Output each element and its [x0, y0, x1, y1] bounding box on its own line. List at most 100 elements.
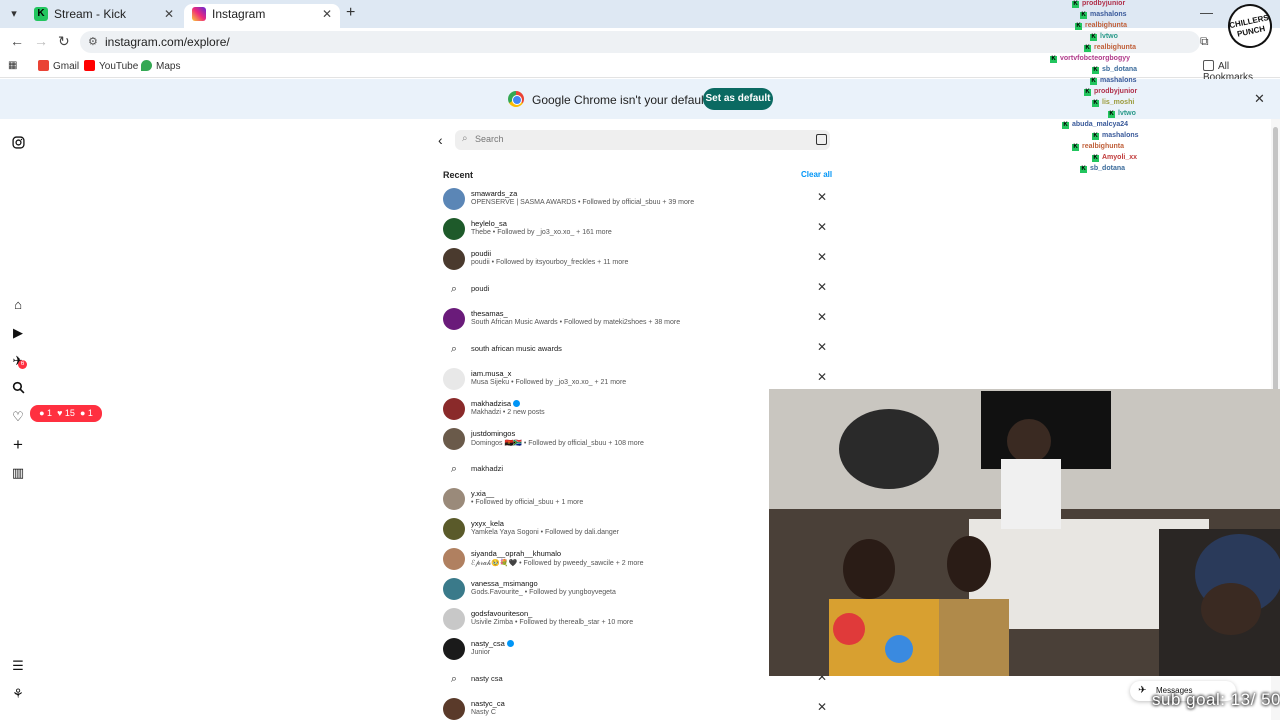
username-text: siyanda__oprah__khumalo — [471, 549, 562, 558]
kick-badge-icon: K — [1072, 1, 1079, 8]
chat-username: prodbyjunior — [1082, 0, 1126, 7]
username: vanessa_msimango — [471, 579, 538, 588]
notifications-heart-icon[interactable]: ♡ — [10, 409, 26, 425]
bookmark-label: Gmail — [53, 61, 80, 72]
bookmark-gmail[interactable]: Gmail — [38, 60, 79, 72]
recent-account-item[interactable]: nastyc_ca Nasty C ✕ — [443, 698, 833, 720]
account-subtitle: Gods.Favourite_ • Followed by yungboyveg… — [471, 589, 616, 596]
avatar — [443, 248, 465, 270]
reels-icon[interactable]: ▶ — [10, 325, 26, 341]
verified-badge-icon — [506, 640, 514, 647]
back-icon[interactable]: ← — [10, 33, 24, 49]
sub-goal-overlay: sub goal: 13/ 50 — [1152, 690, 1280, 709]
tab-instagram[interactable]: Instagram ✕ — [184, 4, 340, 28]
new-tab-button[interactable]: + — [346, 4, 355, 22]
remove-recent-icon[interactable]: ✕ — [817, 700, 827, 714]
query-text: nasty csa — [471, 674, 503, 683]
reload-icon[interactable]: ↻ — [58, 33, 70, 50]
more-menu-icon[interactable]: ☰ — [10, 658, 26, 674]
kick-badge-icon: K — [1090, 34, 1097, 41]
chat-username: mashalons — [1100, 77, 1137, 84]
chat-message: Klis_moshi — [1092, 99, 1134, 107]
set-as-default-button[interactable]: Set as default — [703, 88, 773, 110]
chat-username: prodbyjunior — [1094, 88, 1138, 95]
recent-query-item[interactable]: ⌕ south african music awards ✕ — [443, 338, 833, 366]
kick-badge-icon: K — [1092, 100, 1099, 107]
instagram-logo-icon[interactable] — [10, 136, 26, 152]
recent-heading: Recent — [443, 170, 474, 180]
chat-message: Krealbighunta — [1075, 22, 1127, 30]
remove-recent-icon[interactable]: ✕ — [817, 280, 827, 294]
follows-count: 1 — [87, 408, 93, 418]
tab-kick-dashboard[interactable]: K Stream - Kick Dashboard ✕ — [26, 4, 182, 41]
unread-badge: 6 — [18, 360, 27, 369]
search-input[interactable]: ⌕ Search — [455, 130, 830, 150]
chat-message: Ksb_dotana — [1092, 66, 1137, 74]
search-icon: ⌕ — [450, 673, 458, 685]
username: makhadzisa — [471, 399, 521, 408]
create-icon[interactable]: + — [10, 436, 26, 453]
remove-recent-icon[interactable]: ✕ — [817, 220, 827, 234]
username-text: iam.musa_x — [471, 369, 512, 378]
chat-message: Kabuda_malcya24 — [1062, 121, 1128, 129]
comments-count: 1 — [47, 408, 53, 418]
account-subtitle: OPENSERVE | SASMA AWARDS • Followed by o… — [471, 199, 695, 206]
chat-username: sb_dotana — [1090, 165, 1126, 172]
recent-account-item[interactable]: poudii poudii • Followed by itsyourboy_fr… — [443, 248, 833, 276]
account-subtitle: Makhadzi • 2 new posts — [471, 409, 545, 416]
account-subtitle: • Followed by official_sbuu + 1 more — [471, 499, 584, 506]
clear-search-icon[interactable] — [816, 134, 827, 145]
bookmark-youtube[interactable]: YouTube — [84, 60, 138, 72]
remove-recent-icon[interactable]: ✕ — [817, 370, 827, 384]
username: nastyc_ca — [471, 699, 505, 708]
account-subtitle: Usivile Zimba • Followed by therealb_sta… — [471, 619, 634, 626]
account-subtitle: Thebe • Followed by _jo3_xo.xo_ + 161 mo… — [471, 229, 612, 236]
kick-badge-icon: K — [1062, 122, 1069, 129]
dashboard-icon[interactable]: ▥ — [10, 465, 26, 481]
avatar — [443, 188, 465, 210]
back-arrow-icon[interactable]: ‹ — [438, 132, 443, 148]
chat-message: Krealbighunta — [1072, 143, 1124, 151]
notification-pill[interactable]: ● 1 ♥ 15 ● 1 — [30, 405, 102, 422]
kick-badge-icon: K — [1050, 56, 1057, 63]
chat-message: Krealbighunta — [1084, 44, 1136, 52]
recent-account-item[interactable]: thesamas_ South African Music Awards • Fo… — [443, 308, 833, 336]
chat-username: mashalons — [1102, 132, 1139, 139]
chat-message: Kprodbyjunior — [1072, 0, 1125, 8]
chat-username: sb_dotana — [1102, 66, 1138, 73]
username: heylelo_sa — [471, 219, 507, 228]
likes-count: 15 — [64, 408, 75, 418]
avatar — [443, 308, 465, 330]
tab-search-chevron-icon[interactable]: ▾ — [6, 6, 22, 22]
chrome-icon — [508, 91, 524, 107]
chat-username: realbighunta — [1094, 44, 1137, 51]
address-bar[interactable]: ⚙ instagram.com/explore/ — [80, 31, 1200, 53]
username: yxyx_kela — [471, 519, 504, 528]
search-icon[interactable] — [10, 381, 26, 397]
remove-recent-icon[interactable]: ✕ — [817, 310, 827, 324]
account-subtitle: Junior — [471, 649, 491, 656]
close-tab-icon[interactable]: ✕ — [164, 4, 174, 24]
threads-icon[interactable]: ⚘ — [10, 686, 26, 702]
remove-recent-icon[interactable]: ✕ — [817, 250, 827, 264]
remove-recent-icon[interactable]: ✕ — [817, 340, 827, 354]
avatar — [443, 518, 465, 540]
close-tab-icon[interactable]: ✕ — [322, 4, 332, 24]
home-icon[interactable]: ⌂ — [10, 297, 26, 313]
kick-icon: K — [34, 7, 48, 21]
search-icon: ⌕ — [462, 133, 468, 144]
recent-account-item[interactable]: heylelo_sa Thebe • Followed by _jo3_xo.xo… — [443, 218, 833, 246]
clear-all-button[interactable]: Clear all — [801, 170, 832, 179]
apps-grid-icon[interactable]: ▦ — [8, 60, 17, 71]
username: justdomingos — [471, 429, 515, 438]
chat-username: abuda_malcya24 — [1072, 121, 1129, 128]
account-subtitle: South African Music Awards • Followed by… — [471, 319, 681, 326]
chat-message: Klvtwo — [1090, 33, 1118, 41]
bookmark-maps[interactable]: Maps — [141, 60, 180, 72]
recent-query-item[interactable]: ⌕ poudi ✕ — [443, 278, 833, 306]
forward-icon[interactable]: → — [34, 33, 48, 49]
recent-account-item[interactable]: smawards_za OPENSERVE | SASMA AWARDS • Fo… — [443, 188, 833, 216]
remove-recent-icon[interactable]: ✕ — [817, 190, 827, 204]
site-info-icon[interactable]: ⚙ — [88, 35, 98, 48]
avatar — [443, 398, 465, 420]
